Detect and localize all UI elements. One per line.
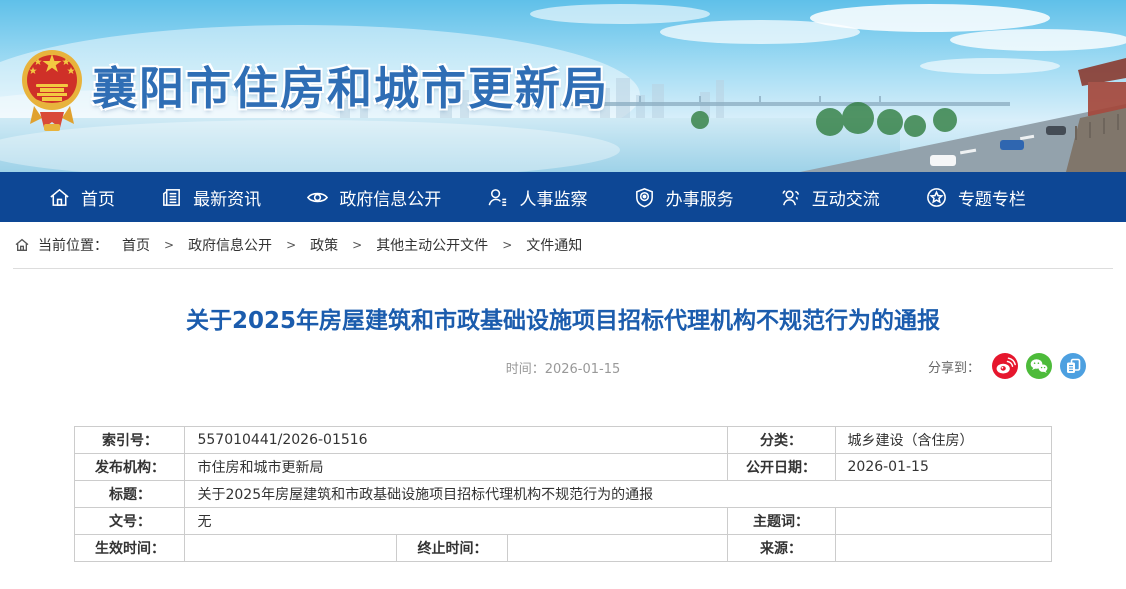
nav-item-interaction[interactable]: 互动交流 [779,185,880,210]
nav-item-personnel[interactable]: 人事监察 [486,185,587,210]
doc-number-value: 无 [185,508,727,535]
nav-label: 人事监察 [519,185,587,210]
nav-item-home[interactable]: 首页 [48,185,115,210]
copy-share-icon[interactable] [1060,353,1086,379]
keywords-value [835,508,1051,535]
keywords-label: 主题词： [727,508,835,535]
document-info-table: 索引号： 557010441/2026-01516 分类： 城乡建设（含住房） … [74,426,1051,562]
category-value: 城乡建设（含住房） [835,427,1051,454]
person-icon [486,186,509,209]
breadcrumb-prefix: 当前位置： [38,235,108,255]
source-label: 来源： [727,535,835,562]
crumb-gov-info[interactable]: 政府信息公开 [188,235,272,255]
breadcrumb-divider [13,268,1113,269]
table-row: 发布机构： 市住房和城市更新局 公开日期： 2026-01-15 [75,454,1051,481]
breadcrumb: 当前位置： 首页 > 政府信息公开 > 政策 > 其他主动公开文件 > 文件通知 [0,222,1126,268]
doc-title-label: 标题： [75,481,185,508]
end-date-value [508,535,727,562]
doc-title-value: 关于2025年房屋建筑和市政基础设施项目招标代理机构不规范行为的通报 [185,481,1051,508]
effective-date-label: 生效时间： [75,535,185,562]
nav-label: 最新资讯 [193,185,261,210]
pub-date-label: 公开日期： [727,454,835,481]
end-date-label: 终止时间： [397,535,508,562]
eye-icon [306,186,329,209]
nav-item-services[interactable]: 办事服务 [633,185,734,210]
article: 关于2025年房屋建筑和市政基础设施项目招标代理机构不规范行为的通报 时间：20… [0,301,1126,562]
shield-icon [633,186,656,209]
nav-label: 专题专栏 [958,185,1026,210]
weibo-share-icon[interactable] [992,353,1018,379]
time-value: 2026-01-15 [545,362,621,377]
site-banner: 襄阳市住房和城市更新局 [0,0,1126,172]
nav-label: 政府信息公开 [339,185,441,210]
crumb-separator: > [352,238,362,252]
crumb-other-public-docs[interactable]: 其他主动公开文件 [376,235,488,255]
chat-icon [779,186,802,209]
category-label: 分类： [727,427,835,454]
nav-item-news[interactable]: 最新资讯 [160,185,261,210]
article-meta: 时间：2026-01-15 分享到： [0,353,1126,381]
wechat-share-icon[interactable] [1026,353,1052,379]
crumb-policy[interactable]: 政策 [310,235,338,255]
source-value [835,535,1051,562]
nav-label: 首页 [81,185,115,210]
nav-item-gov-info[interactable]: 政府信息公开 [306,185,441,210]
table-row: 文号： 无 主题词： [75,508,1051,535]
home-icon [14,237,30,253]
effective-date-value [185,535,397,562]
share-label: 分享到： [928,357,980,376]
nav-label: 互动交流 [812,185,880,210]
crumb-separator: > [286,238,296,252]
time-label: 时间： [506,362,545,377]
publisher-value: 市住房和城市更新局 [185,454,727,481]
news-icon [160,186,183,209]
national-emblem-icon [20,40,84,140]
publisher-label: 发布机构： [75,454,185,481]
home-icon [48,186,71,209]
nav-label: 办事服务 [666,185,734,210]
doc-number-label: 文号： [75,508,185,535]
table-row: 索引号： 557010441/2026-01516 分类： 城乡建设（含住房） [75,427,1051,454]
main-nav: 首页 最新资讯 政府信息公开 人事监察 办事服务 [0,172,1126,222]
crumb-doc-notice[interactable]: 文件通知 [526,235,582,255]
table-row: 标题： 关于2025年房屋建筑和市政基础设施项目招标代理机构不规范行为的通报 [75,481,1051,508]
site-title[interactable]: 襄阳市住房和城市更新局 [92,52,609,117]
share-bar: 分享到： [928,353,1086,379]
index-number-label: 索引号： [75,427,185,454]
page-title: 关于2025年房屋建筑和市政基础设施项目招标代理机构不规范行为的通报 [0,301,1126,335]
crumb-separator: > [502,238,512,252]
nav-item-special-topics[interactable]: 专题专栏 [925,185,1026,210]
pub-date-value: 2026-01-15 [835,454,1051,481]
star-icon [925,186,948,209]
index-number-value: 557010441/2026-01516 [185,427,727,454]
crumb-separator: > [164,238,174,252]
crumb-home[interactable]: 首页 [122,235,150,255]
table-row: 生效时间： 终止时间： 来源： [75,535,1051,562]
